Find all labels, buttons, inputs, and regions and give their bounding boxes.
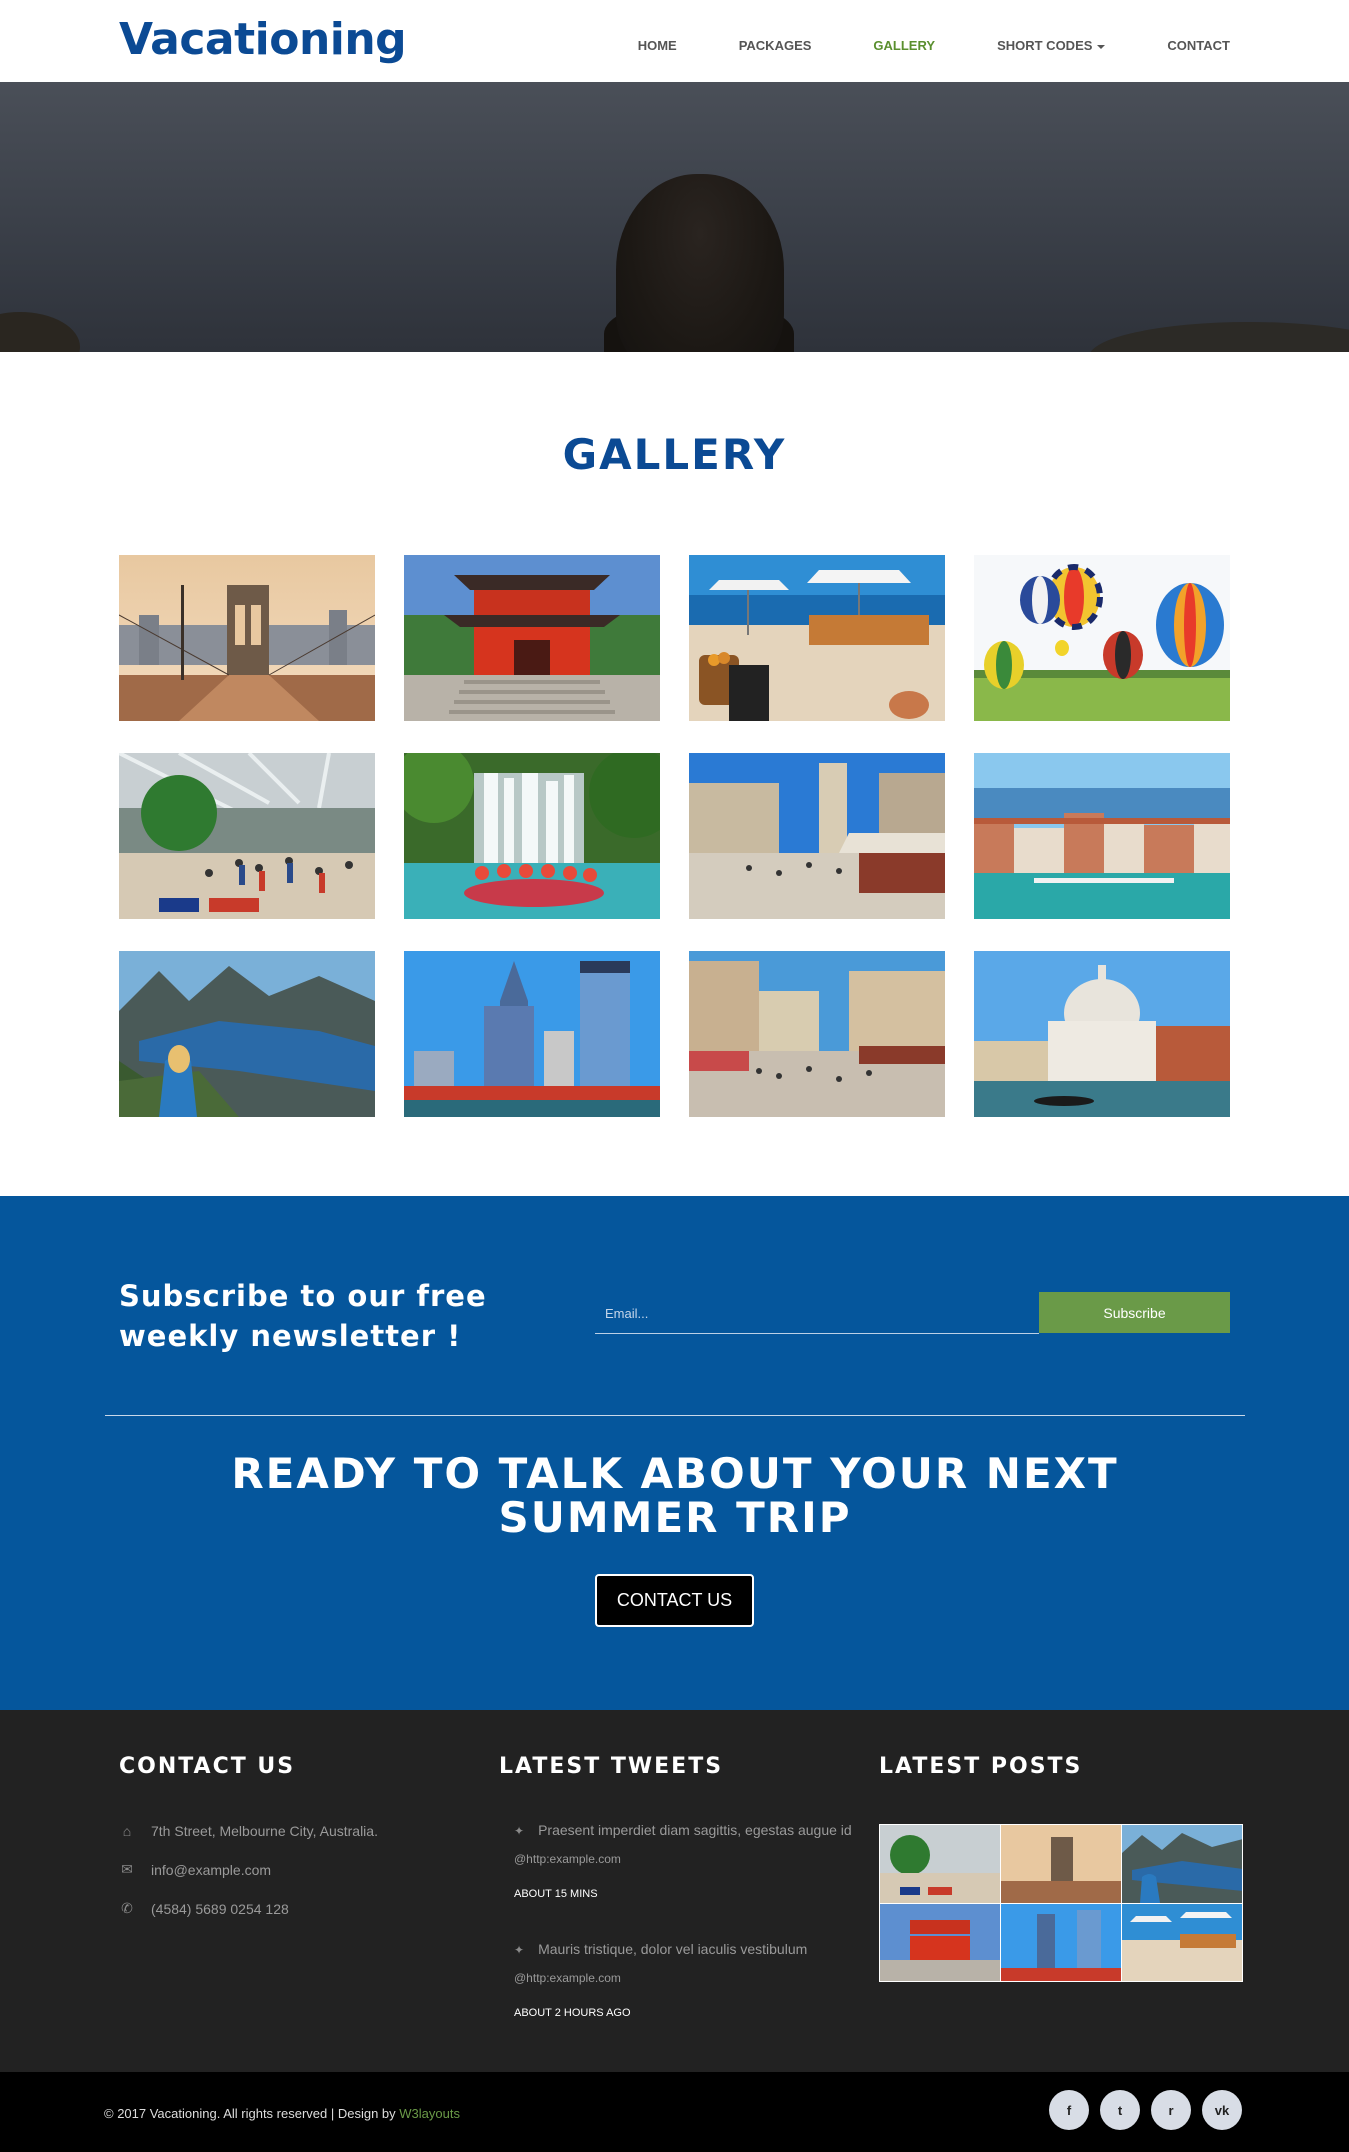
post-thumb-airport[interactable] [880,1825,1000,1903]
contact-phone-text: (4584) 5689 0254 128 [151,1900,289,1917]
subscribe-section: Subscribe to our free weekly newsletter … [0,1196,1349,1710]
nav-gallery[interactable]: GALLERY [873,38,935,53]
post-thumb-fjord[interactable] [1122,1825,1242,1903]
twitter-icon[interactable]: t [1100,2090,1140,2130]
contact-address: ⌂ 7th Street, Melbourne City, Australia. [119,1823,378,1839]
gallery-image-city-skyscrapers[interactable] [404,951,660,1117]
gallery-image-waterfall-rafting[interactable] [404,753,660,919]
contact-email-text[interactable]: info@example.com [151,1862,271,1878]
nav-short-codes[interactable]: SHORT CODES [997,38,1106,53]
contact-address-text: 7th Street, Melbourne City, Australia. [151,1823,378,1839]
section-divider [105,1415,1245,1416]
gallery-image-hot-air-balloons[interactable] [974,555,1230,721]
latest-posts-grid [879,1824,1243,1982]
caret-down-icon [1097,44,1106,49]
site-header: Vacationing HOME PACKAGES GALLERY SHORT … [0,0,1349,82]
gallery-grid [119,555,1231,1117]
home-icon: ⌂ [122,1823,132,1839]
nav-contact[interactable]: CONTACT [1167,38,1230,53]
gallery-image-seaside-cafe[interactable] [689,555,945,721]
copyright: © 2017 Vacationing. All rights reserved … [104,2106,460,2121]
footer-posts-column: LATEST POSTS [879,1754,1082,1779]
bottom-bar: © 2017 Vacationing. All rights reserved … [0,2072,1349,2152]
gallery-image-old-town-square[interactable] [689,753,945,919]
gallery-image-airport-terminal[interactable] [119,753,375,919]
tweet-item: ✦ Mauris tristique, dolor vel iaculis ves… [514,1936,854,2027]
copyright-text: © 2017 Vacationing. All rights reserved … [104,2106,396,2121]
banner-hill-right [1089,322,1349,352]
facebook-icon[interactable]: f [1049,2090,1089,2130]
gallery-image-mountain-fjord[interactable] [119,951,375,1117]
designer-link[interactable]: W3layouts [399,2106,460,2121]
nav-short-codes-label: SHORT CODES [997,38,1093,53]
hero-banner [0,82,1349,352]
contact-email: ✉ info@example.com [119,1861,378,1878]
contact-phone: ✆ (4584) 5689 0254 128 [119,1900,378,1917]
contact-us-button[interactable]: CONTACT US [595,1574,754,1627]
tweet-time: ABOUT 15 MINS [514,1888,598,1900]
social-links: f t r vk [1049,2090,1242,2130]
post-thumb-skyscrapers[interactable] [1001,1903,1121,1981]
gallery-image-temple-gate[interactable] [404,555,660,721]
envelope-icon: ✉ [121,1861,133,1877]
banner-person-head [616,174,784,352]
site-logo[interactable]: Vacationing [119,14,407,65]
post-thumb-cafe[interactable] [1122,1903,1242,1981]
subscribe-heading: Subscribe to our free weekly newsletter … [119,1279,487,1353]
gallery-title: GALLERY [562,430,787,479]
phone-icon: ✆ [121,1900,133,1916]
twitter-icon: ✦ [514,1824,525,1838]
cta-heading: READY TO TALK ABOUT YOUR NEXT SUMMER TRI… [231,1449,1119,1542]
footer-posts-title: LATEST POSTS [879,1754,1083,1779]
twitter-icon: ✦ [514,1943,525,1957]
tweet-text: Praesent imperdiet diam sagittis, egesta… [538,1822,852,1838]
tweet-text: Mauris tristique, dolor vel iaculis vest… [538,1941,808,1957]
post-thumb-temple[interactable] [880,1903,1000,1981]
post-thumb-bridge[interactable] [1001,1825,1121,1903]
gallery-image-brooklyn-bridge[interactable] [119,555,375,721]
rss-icon[interactable]: r [1151,2090,1191,2130]
nav-home[interactable]: HOME [638,38,677,53]
footer-contact-column: CONTACT US ⌂ 7th Street, Melbourne City,… [119,1754,378,1917]
nav-packages[interactable]: PACKAGES [739,38,812,53]
banner-hill-left [0,312,80,352]
tweet-time: ABOUT 2 HOURS AGO [514,2007,631,2019]
email-input[interactable] [595,1293,1039,1334]
footer-tweets-column: LATEST TWEETS ✦ Praesent imperdiet diam s… [499,1754,854,2027]
vk-icon[interactable]: vk [1202,2090,1242,2130]
gallery-image-venice-basilica[interactable] [974,951,1230,1117]
site-footer: CONTACT US ⌂ 7th Street, Melbourne City,… [0,1710,1349,2072]
tweet-link[interactable]: @http:example.com [514,1852,621,1866]
gallery-image-venice-waterfront[interactable] [974,753,1230,919]
main-nav: HOME PACKAGES GALLERY SHORT CODES CONTAC… [576,38,1230,53]
subscribe-button[interactable]: Subscribe [1039,1292,1230,1333]
footer-contact-title: CONTACT US [119,1754,296,1779]
tweet-link[interactable]: @http:example.com [514,1971,621,1985]
footer-tweets-title: LATEST TWEETS [499,1754,724,1779]
tweet-item: ✦ Praesent imperdiet diam sagittis, egest… [514,1817,854,1908]
gallery-image-street-market[interactable] [689,951,945,1117]
page: Vacationing HOME PACKAGES GALLERY SHORT … [0,0,1349,2152]
